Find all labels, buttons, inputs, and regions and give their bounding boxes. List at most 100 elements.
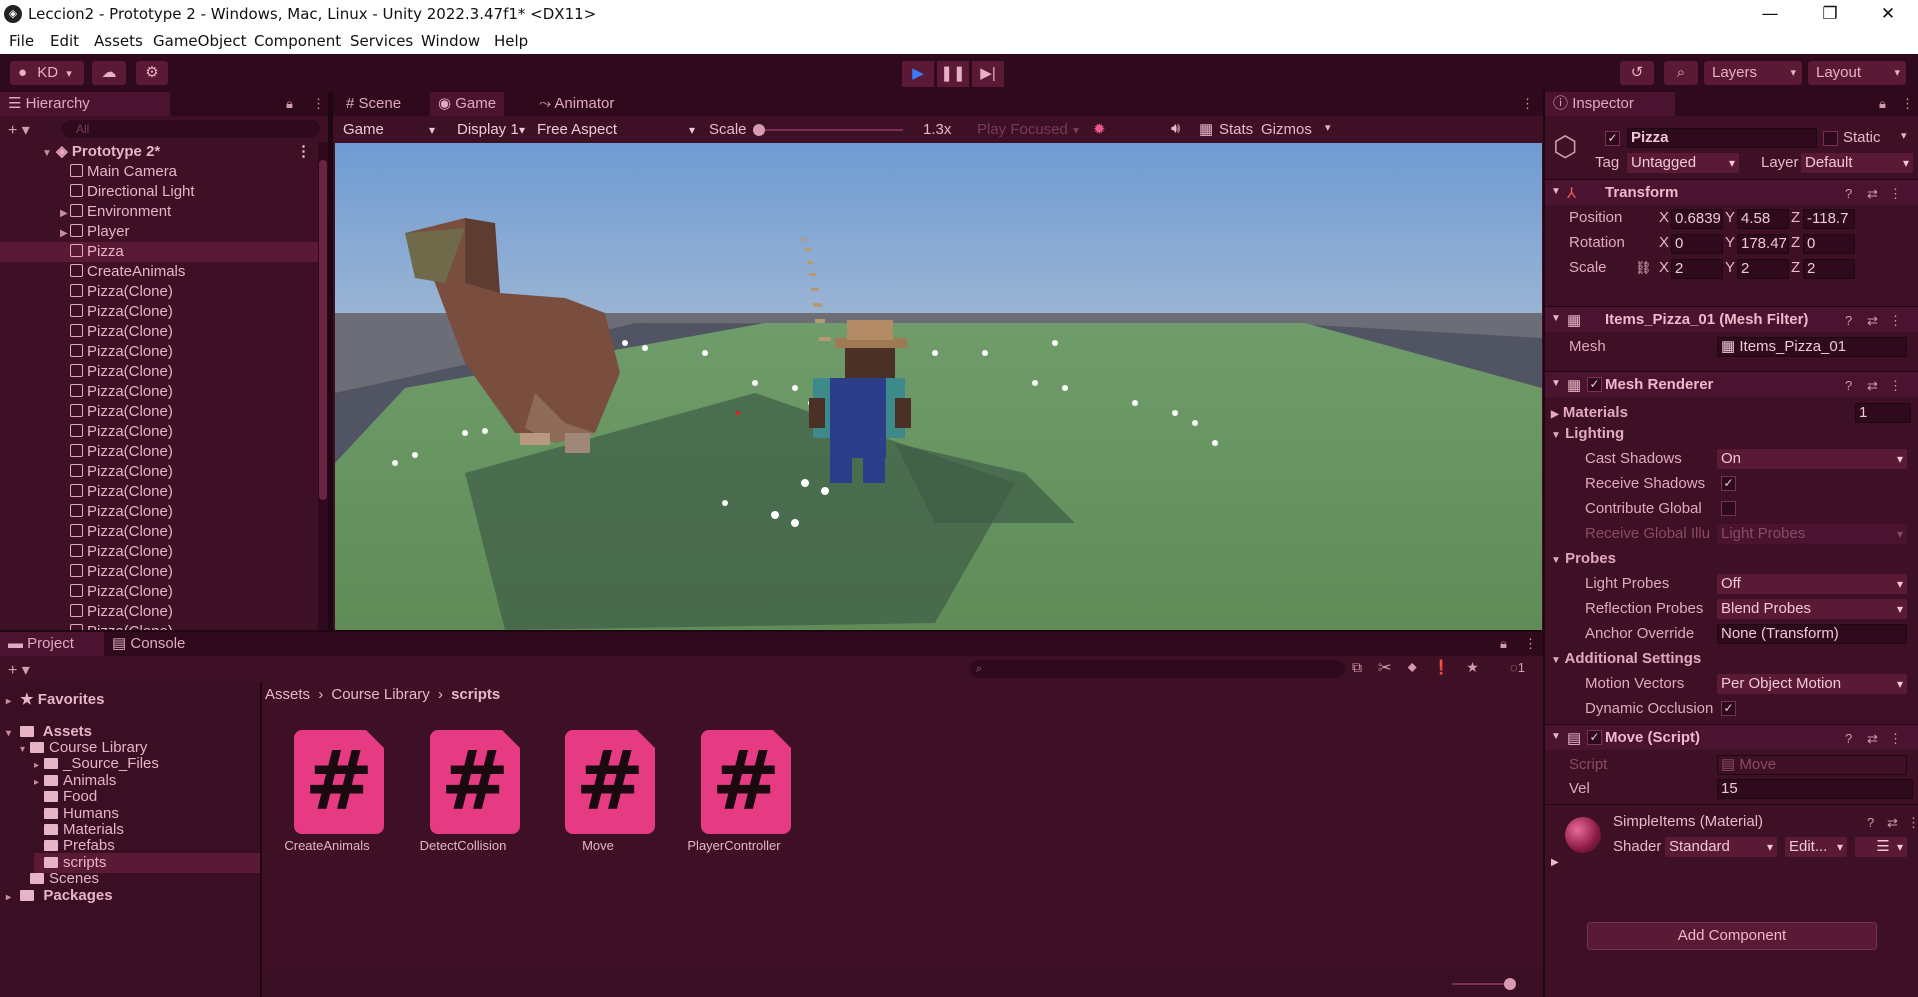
expand-icon[interactable]: ▾ (6, 724, 16, 744)
hierarchy-item[interactable]: Pizza(Clone) (0, 482, 318, 502)
expand-icon[interactable]: ▶ (60, 204, 70, 224)
axis-x-label[interactable]: X (1659, 259, 1669, 276)
scale-z-field[interactable]: 2 (1803, 259, 1855, 279)
collapse-icon[interactable]: ▼ (1551, 731, 1561, 742)
hierarchy-item[interactable]: ▶ Environment (0, 202, 318, 222)
tab-scene[interactable]: # Scene (338, 92, 409, 116)
step-button[interactable]: ▶| (972, 61, 1004, 87)
rotation-y-field[interactable]: 178.47 (1737, 234, 1789, 254)
tab-animator[interactable]: ⤳ Animator (531, 92, 622, 116)
cast-shadows-dropdown[interactable]: On (1717, 449, 1907, 469)
mesh-renderer-header[interactable]: ▼ ▦ ✓ Mesh Renderer ? ⇄ ⋮ (1545, 371, 1918, 397)
tab-hierarchy[interactable]: ☰ Hierarchy (0, 92, 170, 116)
grid-icon[interactable]: ▦ (1199, 120, 1213, 138)
rotation-x-field[interactable]: 0 (1671, 234, 1723, 254)
slider-handle[interactable] (1504, 978, 1516, 990)
anchor-override-field[interactable]: None (Transform) (1717, 624, 1907, 644)
breadcrumb-assets[interactable]: Assets (265, 686, 310, 703)
menu-component[interactable]: Component (254, 32, 341, 50)
expand-icon[interactable]: ▶ (60, 224, 70, 244)
hierarchy-item[interactable]: Main Camera (0, 162, 318, 182)
hierarchy-item[interactable]: Pizza(Clone) (0, 562, 318, 582)
axis-z-label[interactable]: Z (1791, 259, 1800, 276)
expand-icon[interactable]: ▶ (1551, 409, 1559, 420)
hierarchy-item[interactable]: Pizza(Clone) (0, 622, 318, 630)
shader-dropdown[interactable]: Standard (1665, 837, 1777, 857)
menu-gameobject[interactable]: GameObject (153, 32, 247, 50)
axis-z-label[interactable]: Z (1791, 234, 1800, 251)
history-icon[interactable]: ↺ (1620, 61, 1654, 85)
vel-field[interactable]: 15 (1717, 779, 1913, 799)
hierarchy-item[interactable]: Pizza(Clone) (0, 382, 318, 402)
game-mode-dropdown[interactable]: Game (339, 120, 439, 140)
axis-y-label[interactable]: Y (1725, 209, 1735, 226)
menu-file[interactable]: File (9, 32, 34, 50)
account-button[interactable]: ● KD ▾ (10, 61, 84, 85)
hierarchy-item[interactable]: Pizza(Clone) (0, 522, 318, 542)
play-button[interactable]: ▶ (902, 61, 934, 87)
gizmos-button[interactable]: Gizmos (1261, 121, 1312, 138)
bug-icon[interactable]: ✹ (1093, 120, 1106, 138)
hierarchy-item[interactable]: Pizza(Clone) (0, 502, 318, 522)
play-focused-dropdown[interactable]: Play Focused (973, 120, 1083, 140)
tree-packages[interactable]: ▸ Packages (6, 886, 113, 906)
shader-edit-button[interactable]: Edit... (1785, 837, 1847, 857)
axis-y-label[interactable]: Y (1725, 234, 1735, 251)
expand-icon[interactable]: ▸ (6, 692, 16, 712)
hierarchy-item[interactable]: Pizza(Clone) (0, 402, 318, 422)
preset-icon[interactable]: ⇄ (1867, 313, 1878, 329)
preset-icon[interactable]: ⇄ (1887, 815, 1898, 831)
hierarchy-item[interactable]: Pizza(Clone) (0, 462, 318, 482)
file-move[interactable]: # Move (533, 712, 663, 853)
more-icon[interactable]: ⋮ (312, 96, 325, 112)
static-checkbox[interactable] (1823, 131, 1838, 146)
add-component-button[interactable]: Add Component (1587, 922, 1877, 950)
mesh-renderer-enabled-checkbox[interactable]: ✓ (1587, 377, 1602, 392)
receive-shadows-checkbox[interactable]: ✓ (1721, 476, 1736, 491)
search-icon[interactable]: ⌕ (1664, 61, 1698, 85)
contribute-global-checkbox[interactable] (1721, 501, 1736, 516)
expand-icon[interactable]: ▸ (6, 888, 16, 908)
list-icon[interactable]: ☰ (1855, 837, 1907, 857)
file-playercontroller[interactable]: # PlayerController (669, 712, 799, 853)
more-icon[interactable]: ⋮ (1889, 731, 1902, 747)
axis-z-label[interactable]: Z (1791, 209, 1800, 226)
game-viewport[interactable] (335, 143, 1542, 630)
minimize-button[interactable]: — (1748, 2, 1792, 26)
audio-icon[interactable]: 🔊︎ (1171, 120, 1180, 137)
hierarchy-item[interactable]: Pizza(Clone) (0, 542, 318, 562)
axis-y-label[interactable]: Y (1725, 259, 1735, 276)
hierarchy-item[interactable]: Pizza(Clone) (0, 442, 318, 462)
expand-icon[interactable]: ▾ (20, 740, 30, 760)
menu-assets[interactable]: Assets (94, 32, 143, 50)
help-icon[interactable]: ? (1845, 378, 1852, 393)
help-icon[interactable]: ? (1845, 186, 1852, 201)
collapse-icon[interactable]: ▼ (1551, 313, 1561, 324)
scale-slider-handle[interactable] (753, 124, 765, 136)
hierarchy-search-input[interactable]: All (62, 120, 320, 138)
aspect-dropdown[interactable]: Free Aspect (533, 120, 699, 140)
hierarchy-scrollbar[interactable] (318, 142, 328, 630)
tag-dropdown[interactable]: Untagged (1627, 153, 1739, 173)
gear-icon[interactable]: ⚙ (136, 61, 168, 85)
move-script-enabled-checkbox[interactable]: ✓ (1587, 730, 1602, 745)
scale-slider[interactable] (753, 124, 903, 136)
hierarchy-item[interactable]: CreateAnimals (0, 262, 318, 282)
position-z-field[interactable]: -118.7 (1803, 209, 1855, 229)
more-icon[interactable]: ⋮ (1907, 815, 1918, 831)
menu-help[interactable]: Help (494, 32, 528, 50)
chevron-down-icon[interactable]: ▾ (1325, 121, 1331, 134)
tab-project[interactable]: ▬ Project (0, 632, 104, 656)
display-dropdown[interactable]: Display 1 (453, 120, 529, 140)
icon-size-slider[interactable] (1452, 978, 1516, 990)
collapse-icon[interactable]: ▼ (1551, 378, 1561, 389)
link-icon[interactable]: ⛓ (1635, 260, 1652, 276)
additional-settings-foldout[interactable]: ▼ Additional Settings (1551, 648, 1701, 670)
horizontal-divider[interactable] (0, 630, 1543, 632)
expand-icon[interactable]: ▶ (1551, 857, 1559, 868)
materials-count-field[interactable]: 1 (1855, 403, 1911, 423)
menu-services[interactable]: Services (350, 32, 413, 50)
collapse-icon[interactable]: ▼ (1551, 430, 1561, 441)
probes-foldout[interactable]: ▼ Probes (1551, 548, 1616, 570)
lock-icon[interactable]: 🔒︎ (286, 96, 293, 112)
